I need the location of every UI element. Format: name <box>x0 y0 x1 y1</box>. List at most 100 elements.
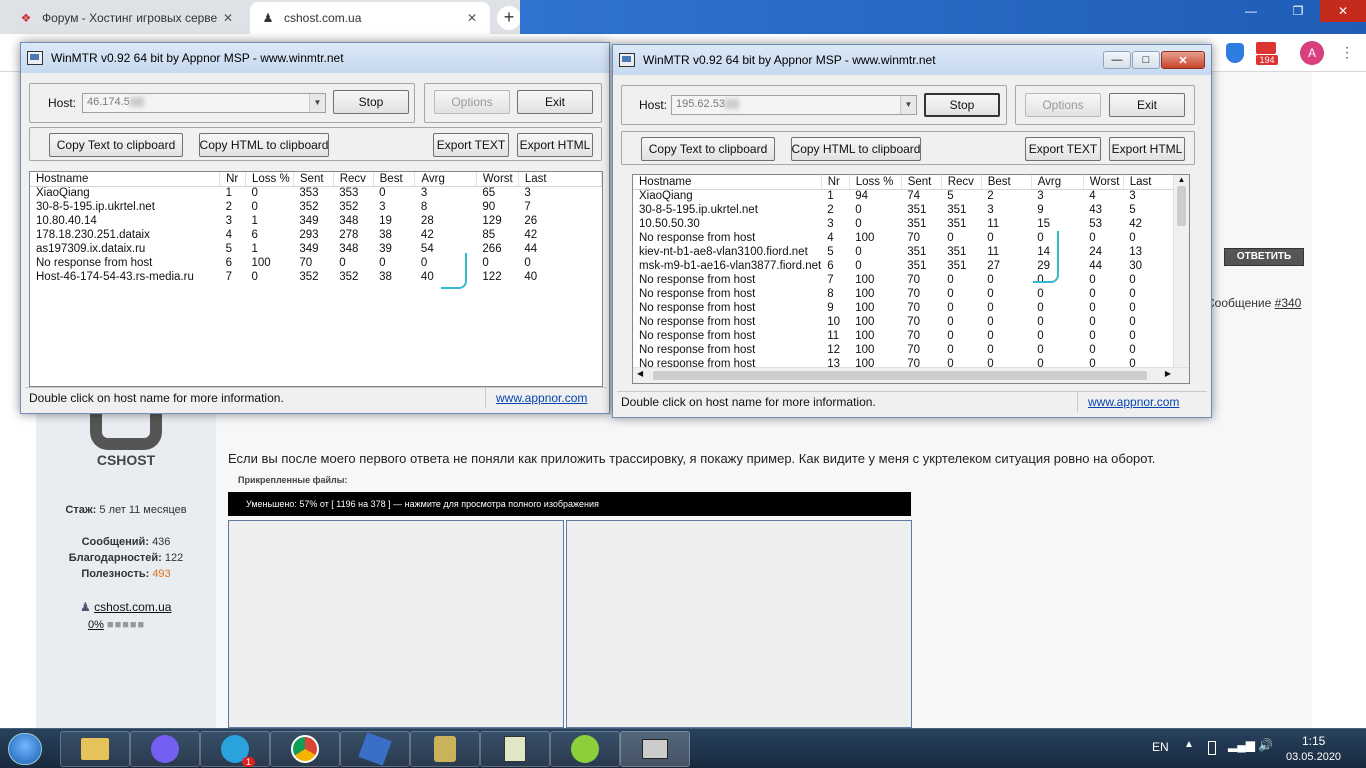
shield-icon[interactable] <box>1226 43 1244 63</box>
table-row[interactable]: No response from host 7 100 70 0 0 0 0 0 <box>633 273 1175 287</box>
volume-icon[interactable]: 🔊 <box>1258 738 1273 752</box>
table-row[interactable]: No response from host 10 100 70 0 0 0 0 0 <box>633 315 1175 329</box>
table-row[interactable]: 30-8-5-195.ip.ukrtel.net 2 0 352 352 3 8 90 7 <box>30 200 602 214</box>
chevron-down-icon[interactable]: ▼ <box>900 96 916 114</box>
close-icon[interactable]: ✕ <box>1161 51 1205 69</box>
export-html-button[interactable]: Export HTML <box>1109 137 1185 161</box>
column-header[interactable]: Worst <box>1083 175 1124 190</box>
column-header[interactable]: Avrg <box>1031 175 1084 190</box>
appnor-link[interactable]: www.appnor.com <box>485 387 607 408</box>
clock-date[interactable]: 03.05.2020 <box>1286 751 1341 763</box>
table-row[interactable]: 10.50.50.30 3 0 351 351 11 15 53 42 <box>633 217 1175 231</box>
explorer-taskbar-icon[interactable] <box>60 731 130 767</box>
scrollbar-thumb[interactable] <box>1177 186 1186 226</box>
options-button[interactable]: Options <box>1025 93 1101 117</box>
browser-tab-cshost[interactable]: ♟ cshost.com.ua ✕ <box>250 2 490 34</box>
table-row[interactable]: No response from host 11 100 70 0 0 0 0 0 <box>633 329 1175 343</box>
attachment-thumbnail-right[interactable] <box>566 520 912 728</box>
minimize-icon[interactable]: — <box>1228 0 1274 22</box>
table-row[interactable]: No response from host 6 100 70 0 0 0 0 0 <box>30 256 602 270</box>
column-header[interactable]: Recv <box>941 175 982 190</box>
table-row[interactable]: 178.18.230.251.dataix 4 6 293 278 38 42 85 42 <box>30 228 602 242</box>
mail-icon[interactable]: 194 <box>1256 42 1278 66</box>
column-header[interactable]: Loss % <box>245 172 294 187</box>
column-header[interactable]: Avrg <box>414 172 477 187</box>
signal-icon[interactable]: ▂▄▆ <box>1228 738 1255 752</box>
table-row[interactable]: XiaoQiang 1 94 74 5 2 3 4 3 <box>633 189 1175 203</box>
attachment-thumbnail-left[interactable] <box>228 520 564 728</box>
scroll-up-icon[interactable]: ▲ <box>1174 175 1189 184</box>
site-link[interactable]: cshost.com.ua <box>94 600 171 614</box>
table-row[interactable]: Host-46-174-54-43.rs-media.ru 7 0 352 352 38 4… <box>30 270 602 284</box>
game-taskbar-icon[interactable] <box>550 731 620 767</box>
exit-button[interactable]: Exit <box>1109 93 1185 117</box>
reply-button[interactable]: ОТВЕТИТЬ <box>1224 248 1304 266</box>
vertical-scrollbar[interactable]: ▲ <box>1173 175 1189 369</box>
export-text-button[interactable]: Export TEXT <box>433 133 509 157</box>
host-combobox[interactable]: 195.62.53 ▼ <box>671 95 917 115</box>
image-resize-bar[interactable]: Уменьшено: 57% от [ 1196 на 378 ] — нажм… <box>228 492 911 516</box>
exit-button[interactable]: Exit <box>517 90 593 114</box>
menu-dots-icon[interactable]: ⋮ <box>1340 44 1354 61</box>
trace-list-2[interactable]: Hostname Nr Loss % Sent Recv Best Avrg Worst Las… <box>632 174 1190 384</box>
user-site[interactable]: ♟ cshost.com.ua <box>80 600 171 614</box>
column-header[interactable]: Loss % <box>849 175 902 190</box>
lock-app-taskbar-icon[interactable] <box>410 731 480 767</box>
scroll-right-icon[interactable]: ▶ <box>1165 369 1171 378</box>
table-row[interactable]: as197309.ix.dataix.ru 5 1 349 348 39 54 266 44 <box>30 242 602 256</box>
start-button[interactable] <box>8 733 42 765</box>
clock-time[interactable]: 1:15 <box>1302 734 1325 748</box>
close-window-icon[interactable]: ✕ <box>1320 0 1366 22</box>
copy-text-button[interactable]: Copy Text to clipboard <box>641 137 775 161</box>
language-indicator[interactable]: EN <box>1152 740 1169 754</box>
table-row[interactable]: No response from host 4 100 70 0 0 0 0 0 <box>633 231 1175 245</box>
column-header[interactable]: Worst <box>476 172 519 187</box>
column-header[interactable]: Recv <box>333 172 374 187</box>
copy-html-button[interactable]: Copy HTML to clipboard <box>791 137 921 161</box>
stop-button[interactable]: Stop <box>333 90 409 114</box>
export-html-button[interactable]: Export HTML <box>517 133 593 157</box>
column-header[interactable]: Last <box>1123 175 1176 190</box>
copy-text-button[interactable]: Copy Text to clipboard <box>49 133 183 157</box>
column-header[interactable]: Sent <box>293 172 334 187</box>
table-row[interactable]: No response from host 9 100 70 0 0 0 0 0 <box>633 301 1175 315</box>
appnor-link[interactable]: www.appnor.com <box>1077 391 1197 412</box>
chrome-taskbar-icon[interactable] <box>270 731 340 767</box>
table-row[interactable]: No response from host 8 100 70 0 0 0 0 0 <box>633 287 1175 301</box>
column-header[interactable]: Last <box>518 172 602 187</box>
restore-icon[interactable]: ❐ <box>1275 0 1321 22</box>
table-row[interactable]: msk-m9-b1-ae16-vlan3877.fiord.net 6 0 351 35… <box>633 259 1175 273</box>
column-header[interactable]: Best <box>373 172 416 187</box>
close-tab-icon[interactable]: ✕ <box>220 11 236 25</box>
chevron-down-icon[interactable]: ▼ <box>309 94 325 112</box>
column-header[interactable]: Nr <box>821 175 850 190</box>
options-button[interactable]: Options <box>434 90 510 114</box>
tray-expand-icon[interactable]: ▲ <box>1184 739 1194 750</box>
horizontal-scrollbar[interactable]: ◀ ▶ <box>633 367 1189 383</box>
maximize-icon[interactable]: □ <box>1132 51 1160 69</box>
new-tab-button[interactable]: + <box>497 6 521 30</box>
profile-avatar[interactable]: A <box>1300 41 1324 65</box>
network-app-taskbar-icon[interactable] <box>340 731 410 767</box>
message-link[interactable]: #340 <box>1275 296 1302 310</box>
table-row[interactable]: 10.80.40.14 3 1 349 348 19 28 129 26 <box>30 214 602 228</box>
table-row[interactable]: kiev-nt-b1-ae8-vlan3100.fiord.net 5 0 351 35… <box>633 245 1175 259</box>
scroll-left-icon[interactable]: ◀ <box>637 369 643 378</box>
export-text-button[interactable]: Export TEXT <box>1025 137 1101 161</box>
telegram-taskbar-icon[interactable]: 1 <box>200 731 270 767</box>
trace-list-1[interactable]: Hostname Nr Loss % Sent Recv Best Avrg Worst Las… <box>29 171 603 387</box>
battery-icon[interactable] <box>1208 741 1216 755</box>
column-header[interactable]: Best <box>981 175 1032 190</box>
winmtr-taskbar-icon[interactable] <box>620 731 690 767</box>
viber-taskbar-icon[interactable] <box>130 731 200 767</box>
column-header[interactable]: Sent <box>901 175 942 190</box>
minimize-icon[interactable]: — <box>1103 51 1131 69</box>
notepad-taskbar-icon[interactable] <box>480 731 550 767</box>
table-row[interactable]: No response from host 12 100 70 0 0 0 0 0 <box>633 343 1175 357</box>
column-header[interactable]: Nr <box>219 172 246 187</box>
copy-html-button[interactable]: Copy HTML to clipboard <box>199 133 329 157</box>
column-header[interactable]: Hostname <box>30 172 221 187</box>
close-tab-icon[interactable]: ✕ <box>464 11 480 25</box>
browser-tab-forum[interactable]: ❖ Форум - Хостинг игровых серве ✕ <box>8 2 246 34</box>
stop-button[interactable]: Stop <box>924 93 1000 117</box>
